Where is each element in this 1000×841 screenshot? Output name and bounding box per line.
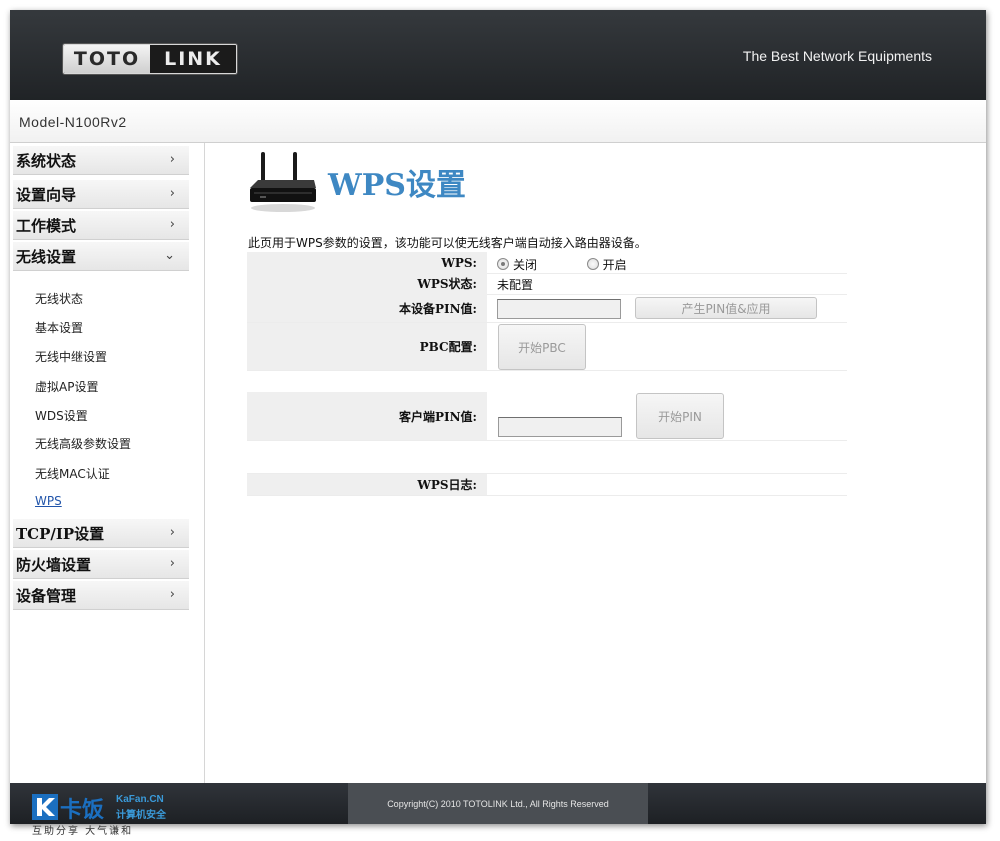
- sidebar-item-label: TCP/IP设置: [16, 525, 105, 543]
- client-pin-label: 客户端PIN值:: [247, 392, 487, 440]
- sidebar-item-label: 设置向导: [16, 186, 77, 204]
- kafan-watermark: 卡饭 KaFan.CN 计算机安全 互助分享 大气谦和: [32, 790, 182, 837]
- sidebar-subitem-wireless-status[interactable]: 无线状态: [35, 290, 83, 307]
- sidebar-item-work-mode[interactable]: 工作模式 ›: [13, 211, 189, 240]
- sidebar: 系统状态 › 设置向导 › 工作模式 › 无线设置 ⌄ 无线状态 基本设置 无线…: [10, 143, 205, 783]
- wps-off-label: 关闭: [513, 258, 538, 272]
- wps-status-value: 未配置: [497, 278, 534, 292]
- copyright: Copyright(C) 2010 TOTOLINK Ltd., All Rig…: [348, 783, 648, 824]
- sidebar-item-label: 防火墙设置: [16, 556, 92, 574]
- sidebar-item-label: 工作模式: [16, 217, 77, 235]
- watermark-brand: 卡饭: [60, 798, 105, 823]
- sidebar-subitem-wps[interactable]: WPS: [35, 494, 62, 508]
- page-description: 此页用于WPS参数的设置，该功能可以使无线客户端自动接入路由器设备。: [248, 236, 647, 250]
- wps-off-radio[interactable]: [497, 258, 509, 270]
- logo-left-text: TOTO: [64, 45, 150, 73]
- sidebar-subitem-advanced-wireless[interactable]: 无线高级参数设置: [35, 435, 131, 452]
- wps-status-label: WPS状态:: [247, 273, 487, 294]
- sidebar-item-label: 系统状态: [16, 152, 77, 170]
- device-pin-input[interactable]: [497, 299, 621, 319]
- sidebar-item-wireless-settings[interactable]: 无线设置 ⌄: [13, 242, 189, 271]
- watermark-sub: 计算机安全: [116, 810, 166, 821]
- model-name: Model-N100Rv2: [19, 114, 127, 130]
- watermark-site: KaFan.CN: [116, 794, 164, 805]
- sidebar-subitem-virtual-ap[interactable]: 虚拟AP设置: [35, 378, 98, 395]
- start-pin-button[interactable]: 开始PIN: [636, 393, 724, 439]
- wps-on-radio[interactable]: [586, 258, 599, 270]
- router-admin-window: TOTO LINK The Best Network Equipments Mo…: [10, 10, 986, 824]
- sidebar-subitem-wireless-repeater[interactable]: 无线中继设置: [35, 348, 107, 365]
- wps-log-row: WPS日志:: [247, 473, 847, 496]
- sidebar-item-tcpip[interactable]: TCP/IP设置 ›: [13, 519, 189, 548]
- client-pin-row: 客户端PIN值: 开始PIN: [247, 392, 847, 441]
- sidebar-item-device-management[interactable]: 设备管理 ›: [13, 581, 189, 610]
- model-bar: Model-N100Rv2: [10, 100, 986, 143]
- sidebar-subitem-basic-settings[interactable]: 基本设置: [35, 319, 83, 336]
- chevron-right-icon: ›: [169, 217, 175, 232]
- chevron-right-icon: ›: [169, 186, 175, 201]
- device-pin-label: 本设备PIN值:: [247, 294, 487, 322]
- sidebar-subitem-wds[interactable]: WDS设置: [35, 407, 88, 424]
- wps-status-row: WPS状态: 未配置: [247, 273, 847, 295]
- watermark-slogan: 互助分享 大气谦和: [32, 826, 134, 837]
- pbc-label: PBC配置:: [247, 323, 487, 370]
- chevron-down-icon: ⌄: [164, 248, 175, 263]
- client-pin-input[interactable]: [498, 417, 622, 437]
- sidebar-item-setup-wizard[interactable]: 设置向导 ›: [13, 180, 189, 209]
- totolink-logo: TOTO LINK: [63, 44, 237, 74]
- wps-radio-group: 关闭 开启: [497, 256, 627, 273]
- tagline: The Best Network Equipments: [742, 48, 932, 64]
- wps-on-label: 开启: [602, 258, 627, 272]
- device-pin-row: 本设备PIN值: 产生PIN值&应用: [247, 294, 847, 323]
- start-pbc-button[interactable]: 开始PBC: [498, 324, 586, 370]
- header: TOTO LINK The Best Network Equipments: [10, 10, 986, 100]
- sidebar-item-label: 设备管理: [16, 587, 77, 605]
- page-title: WPS设置: [328, 168, 466, 203]
- kafan-logo-icon: [32, 794, 58, 820]
- wps-label: WPS:: [247, 252, 487, 273]
- sidebar-item-label: 无线设置: [16, 248, 77, 266]
- chevron-right-icon: ›: [169, 152, 175, 167]
- chevron-right-icon: ›: [169, 556, 175, 571]
- router-icon: [250, 152, 316, 212]
- sidebar-item-firewall[interactable]: 防火墙设置 ›: [13, 550, 189, 579]
- logo-right-text: LINK: [150, 45, 236, 73]
- sidebar-item-system-status[interactable]: 系统状态 ›: [13, 146, 189, 175]
- chevron-right-icon: ›: [169, 525, 175, 540]
- pbc-row: PBC配置: 开始PBC: [247, 323, 847, 371]
- wps-row: WPS: 关闭 开启: [247, 252, 847, 274]
- sidebar-subitem-mac-auth[interactable]: 无线MAC认证: [35, 465, 110, 482]
- wps-log-label: WPS日志:: [247, 474, 487, 495]
- chevron-right-icon: ›: [169, 587, 175, 602]
- generate-pin-button[interactable]: 产生PIN值&应用: [635, 297, 817, 319]
